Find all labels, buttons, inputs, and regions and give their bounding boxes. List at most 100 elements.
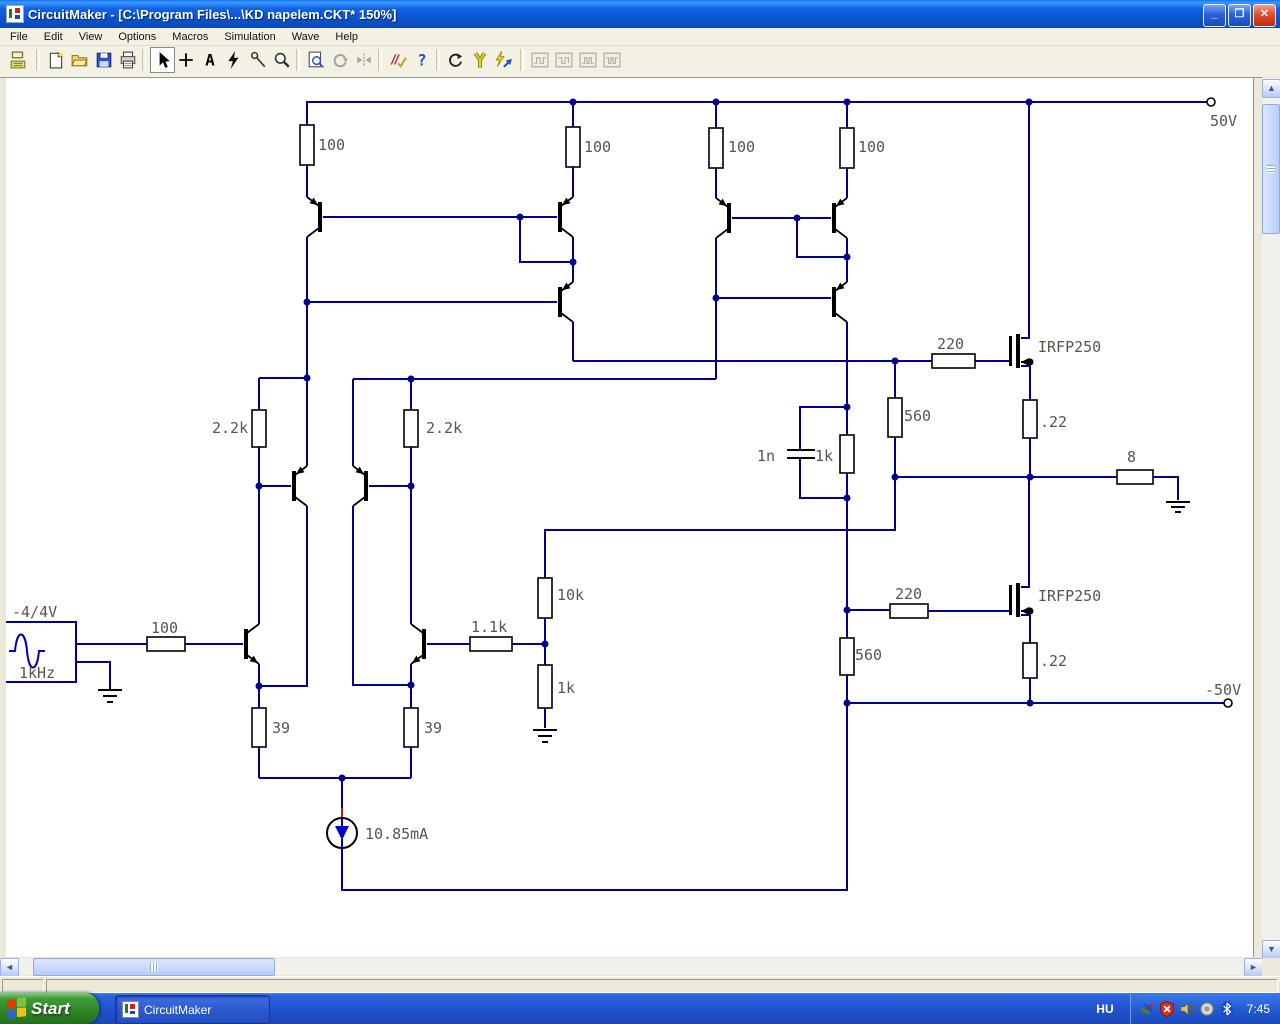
label-10k: 10k xyxy=(557,586,584,604)
transistor-cascode-right xyxy=(352,465,369,507)
menu-macros[interactable]: Macros xyxy=(164,29,216,45)
label-r2: 100 xyxy=(584,138,611,156)
delete-tool-icon[interactable] xyxy=(222,48,245,72)
svg-text:A: A xyxy=(205,51,215,69)
label-1k-comp: 1k xyxy=(815,447,833,465)
menu-file[interactable]: File xyxy=(2,29,36,45)
schematic[interactable]: 100 100 100 100 50V 2.2k 2.2k 100 -4/4V … xyxy=(6,78,1254,957)
vertical-scrollbar[interactable]: ▲ ▼ xyxy=(1262,78,1280,959)
label-1k-feedback: 1k xyxy=(557,679,575,697)
print-icon[interactable] xyxy=(116,48,139,72)
resistor-560-bottom xyxy=(839,637,855,676)
display-adapter-icon[interactable] xyxy=(1139,1001,1155,1017)
audio-device-icon[interactable] xyxy=(1199,1001,1215,1017)
resistor-10k xyxy=(537,577,553,619)
transistor-q1 xyxy=(306,196,323,238)
wires[interactable] xyxy=(76,101,1224,891)
transistor-input-left xyxy=(243,623,260,665)
resistor-1k-comp xyxy=(839,434,855,474)
view-area-icon[interactable] xyxy=(304,48,327,72)
mosfet-bottom[interactable] xyxy=(1009,583,1029,617)
naming-probe-icon[interactable] xyxy=(246,48,269,72)
probe-icon[interactable] xyxy=(468,48,491,72)
zoom-tool-icon[interactable] xyxy=(270,48,293,72)
scrollbar-corner xyxy=(1262,958,1280,976)
language-indicator[interactable]: HU xyxy=(1086,999,1123,1019)
capacitor-1n[interactable] xyxy=(787,449,815,459)
digital-display-4-icon[interactable] xyxy=(600,48,623,72)
label-.22-top: .22 xyxy=(1040,413,1067,431)
rotate-icon[interactable] xyxy=(328,48,351,72)
resistor-load-8 xyxy=(1116,469,1154,485)
scroll-up-button[interactable]: ▲ xyxy=(1262,79,1280,98)
label-560-bottom: 560 xyxy=(855,646,882,664)
start-label: Start xyxy=(31,998,70,1018)
resistor-1k-feedback xyxy=(537,664,553,709)
status-cell-left xyxy=(2,979,44,993)
status-bar xyxy=(0,976,1280,994)
resistor-r2 xyxy=(565,126,581,168)
label-rin: 100 xyxy=(151,619,178,637)
open-icon[interactable] xyxy=(68,48,91,72)
resistors[interactable] xyxy=(146,124,1154,748)
help-icon[interactable]: ? xyxy=(410,48,433,72)
check-connections-icon[interactable] xyxy=(386,48,409,72)
terminal-negative[interactable] xyxy=(1223,698,1233,708)
arrow-tool-icon[interactable] xyxy=(150,47,175,73)
current-source[interactable] xyxy=(326,817,358,849)
mosfet-top[interactable] xyxy=(1009,334,1029,368)
reset-icon[interactable] xyxy=(444,48,467,72)
label-220-top: 220 xyxy=(937,335,964,353)
digital-display-1-icon[interactable] xyxy=(528,48,551,72)
label-r1: 100 xyxy=(318,136,345,154)
scroll-left-button[interactable]: ◄ xyxy=(0,958,19,977)
transistor-cascode-left xyxy=(291,465,308,507)
window-title: CircuitMaker - [C:\Program Files\...\KD … xyxy=(28,6,397,22)
terminal-positive[interactable] xyxy=(1206,97,1216,107)
security-alert-icon[interactable] xyxy=(1159,1000,1175,1017)
junction-dots xyxy=(255,98,1034,782)
transistor-q5 xyxy=(831,197,848,239)
menu-wave[interactable]: Wave xyxy=(284,29,328,45)
wire-tool-icon[interactable] xyxy=(174,48,197,72)
new-icon[interactable] xyxy=(44,48,67,72)
save-icon[interactable] xyxy=(92,48,115,72)
close-button[interactable]: ✕ xyxy=(1253,4,1276,27)
windows-logo-icon xyxy=(7,997,28,1020)
ground-input xyxy=(98,689,122,703)
menu-view[interactable]: View xyxy=(71,29,111,45)
menu-help[interactable]: Help xyxy=(327,29,366,45)
minimize-button[interactable]: _ xyxy=(1203,4,1226,27)
run-trace-icon[interactable] xyxy=(492,48,515,72)
label-r5: 2.2k xyxy=(212,419,248,437)
resistor-560-top xyxy=(887,397,903,438)
horizontal-scroll-thumb[interactable] xyxy=(33,958,275,976)
menu-options[interactable]: Options xyxy=(110,29,164,45)
start-button[interactable]: Start xyxy=(0,993,99,1024)
app-icon xyxy=(6,5,24,23)
ground-symbols xyxy=(98,501,1190,743)
label-r39-right: 39 xyxy=(424,719,442,737)
parts-browser-icon[interactable] xyxy=(6,48,29,72)
resistor-r3 xyxy=(708,127,724,169)
task-label: CircuitMaker xyxy=(144,1002,212,1017)
menu-simulation[interactable]: Simulation xyxy=(216,29,283,45)
menu-bar: File Edit View Options Macros Simulation… xyxy=(0,28,1280,46)
menu-edit[interactable]: Edit xyxy=(36,29,71,45)
title-bar: CircuitMaker - [C:\Program Files\...\KD … xyxy=(0,0,1280,28)
digital-display-2-icon[interactable] xyxy=(552,48,575,72)
restore-button[interactable]: ❐ xyxy=(1228,4,1251,27)
bluetooth-icon[interactable] xyxy=(1219,1000,1235,1017)
circuitmaker-task-icon xyxy=(122,1001,139,1018)
horizontal-scrollbar[interactable]: ◄ ► xyxy=(0,958,1263,977)
taskbar-task-circuitmaker[interactable]: CircuitMaker xyxy=(115,995,270,1024)
mirror-icon[interactable] xyxy=(352,48,375,72)
transistor-q6 xyxy=(831,281,848,323)
volume-icon[interactable] xyxy=(1179,1001,1195,1017)
digital-display-3-icon[interactable] xyxy=(576,48,599,72)
vertical-scroll-thumb[interactable] xyxy=(1262,104,1280,234)
scroll-right-button[interactable]: ► xyxy=(1244,958,1263,977)
label-r39-left: 39 xyxy=(272,719,290,737)
scroll-down-button[interactable]: ▼ xyxy=(1262,940,1280,959)
text-tool-icon[interactable]: A xyxy=(198,48,221,72)
